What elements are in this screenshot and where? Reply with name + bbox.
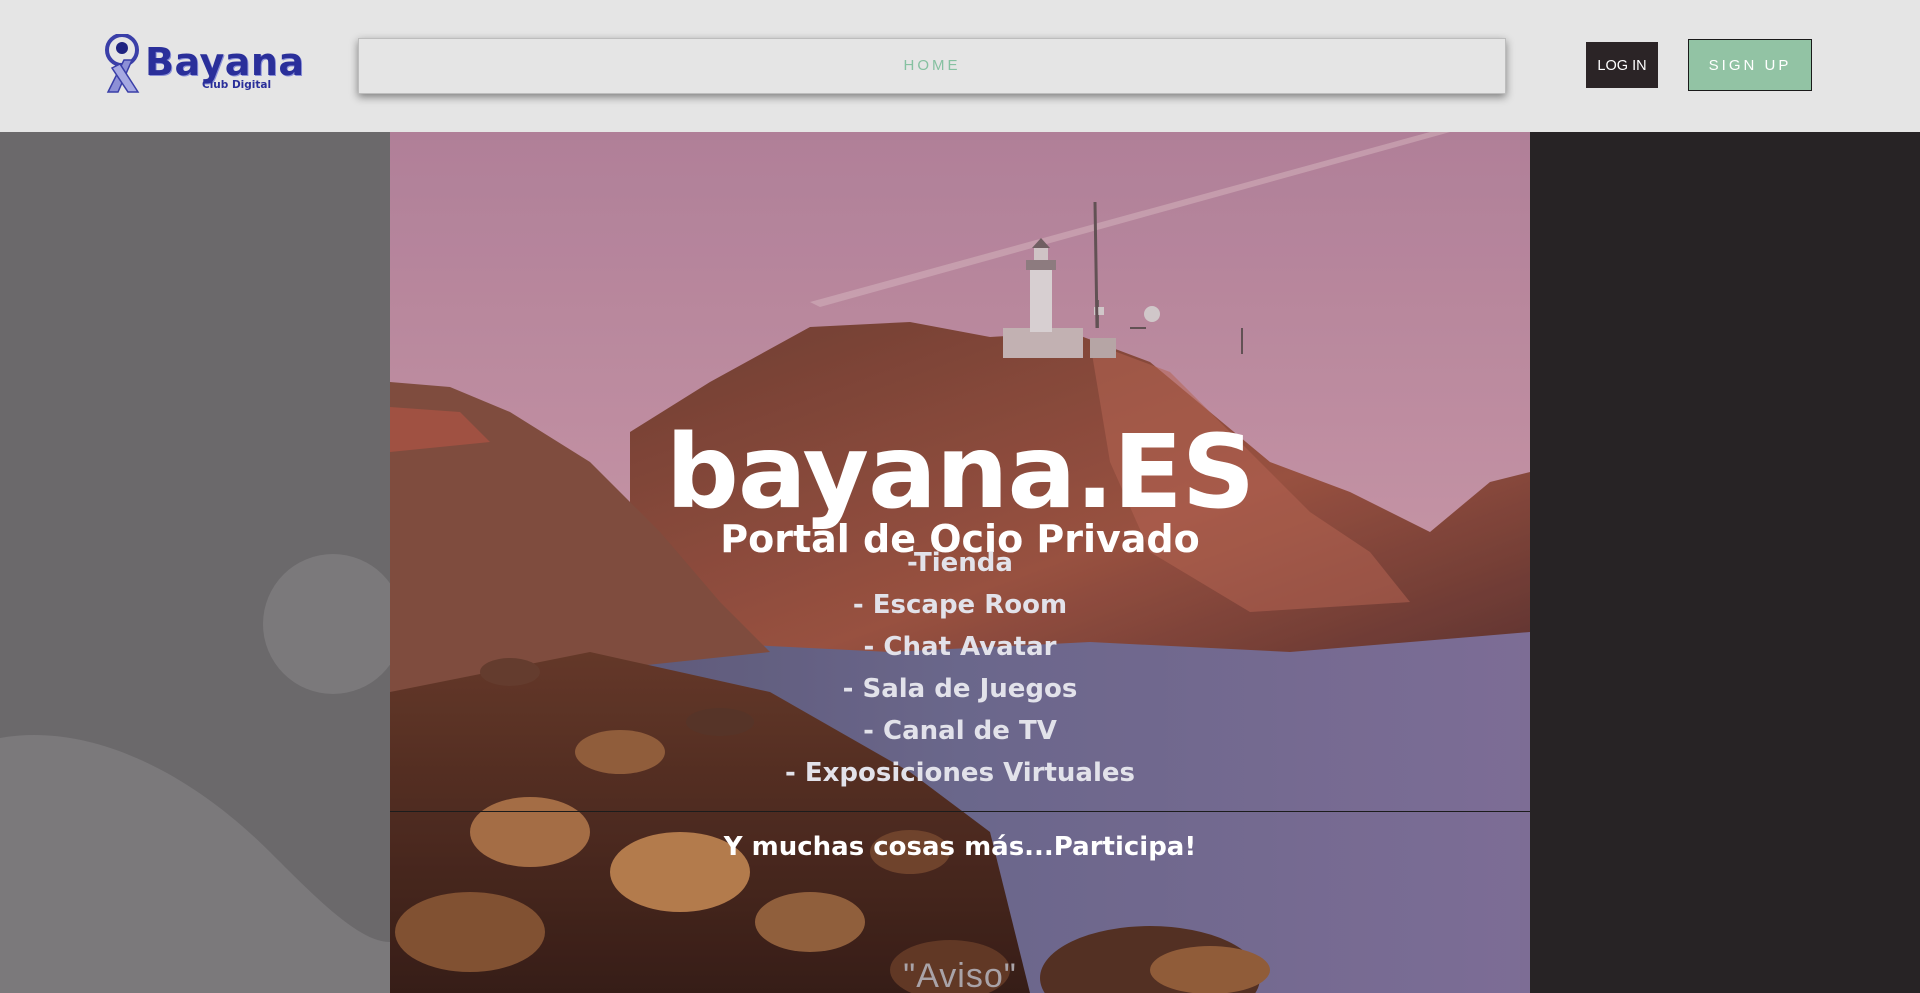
hero-title: bayana.ES	[665, 413, 1255, 533]
login-button[interactable]: LOG IN	[1586, 42, 1658, 88]
hero-section: bayana.ES Portal de Ocio Privado -Tienda…	[390, 132, 1530, 993]
feature-item-canal-de-tv: - Canal de TV	[863, 716, 1057, 746]
decor-shapes	[0, 554, 390, 993]
logo-tagline: Club Digital	[202, 79, 272, 91]
nav-item-home[interactable]: HOME	[359, 39, 1505, 93]
site-logo[interactable]: Bayana Club Digital	[98, 34, 304, 96]
feature-list: -Tienda - Escape Room - Chat Avatar - Sa…	[390, 542, 1530, 794]
main-nav: HOME	[358, 38, 1506, 94]
hero-divider	[390, 811, 1530, 812]
right-decor-panel	[1530, 132, 1920, 993]
site-header: Bayana Club Digital HOME LOG IN SIGN UP	[0, 0, 1920, 132]
feature-item-tienda: -Tienda	[907, 548, 1013, 578]
logo-wordmark: Bayana	[145, 40, 305, 84]
signup-button[interactable]: SIGN UP	[1688, 39, 1812, 91]
hero-cta-text: Y muchas cosas más...Participa!	[723, 832, 1197, 862]
feature-item-chat-avatar: - Chat Avatar	[863, 632, 1057, 662]
left-decor-panel	[0, 132, 390, 993]
feature-item-sala-de-juegos: - Sala de Juegos	[842, 674, 1078, 704]
feature-item-exposiciones-virtuales: - Exposiciones Virtuales	[785, 758, 1135, 788]
hero-text-block: bayana.ES Portal de Ocio Privado -Tienda…	[390, 132, 1530, 993]
notice-heading: "Aviso"	[903, 957, 1017, 993]
feature-item-escape-room: - Escape Room	[852, 590, 1068, 620]
person-figure-icon	[105, 34, 140, 93]
